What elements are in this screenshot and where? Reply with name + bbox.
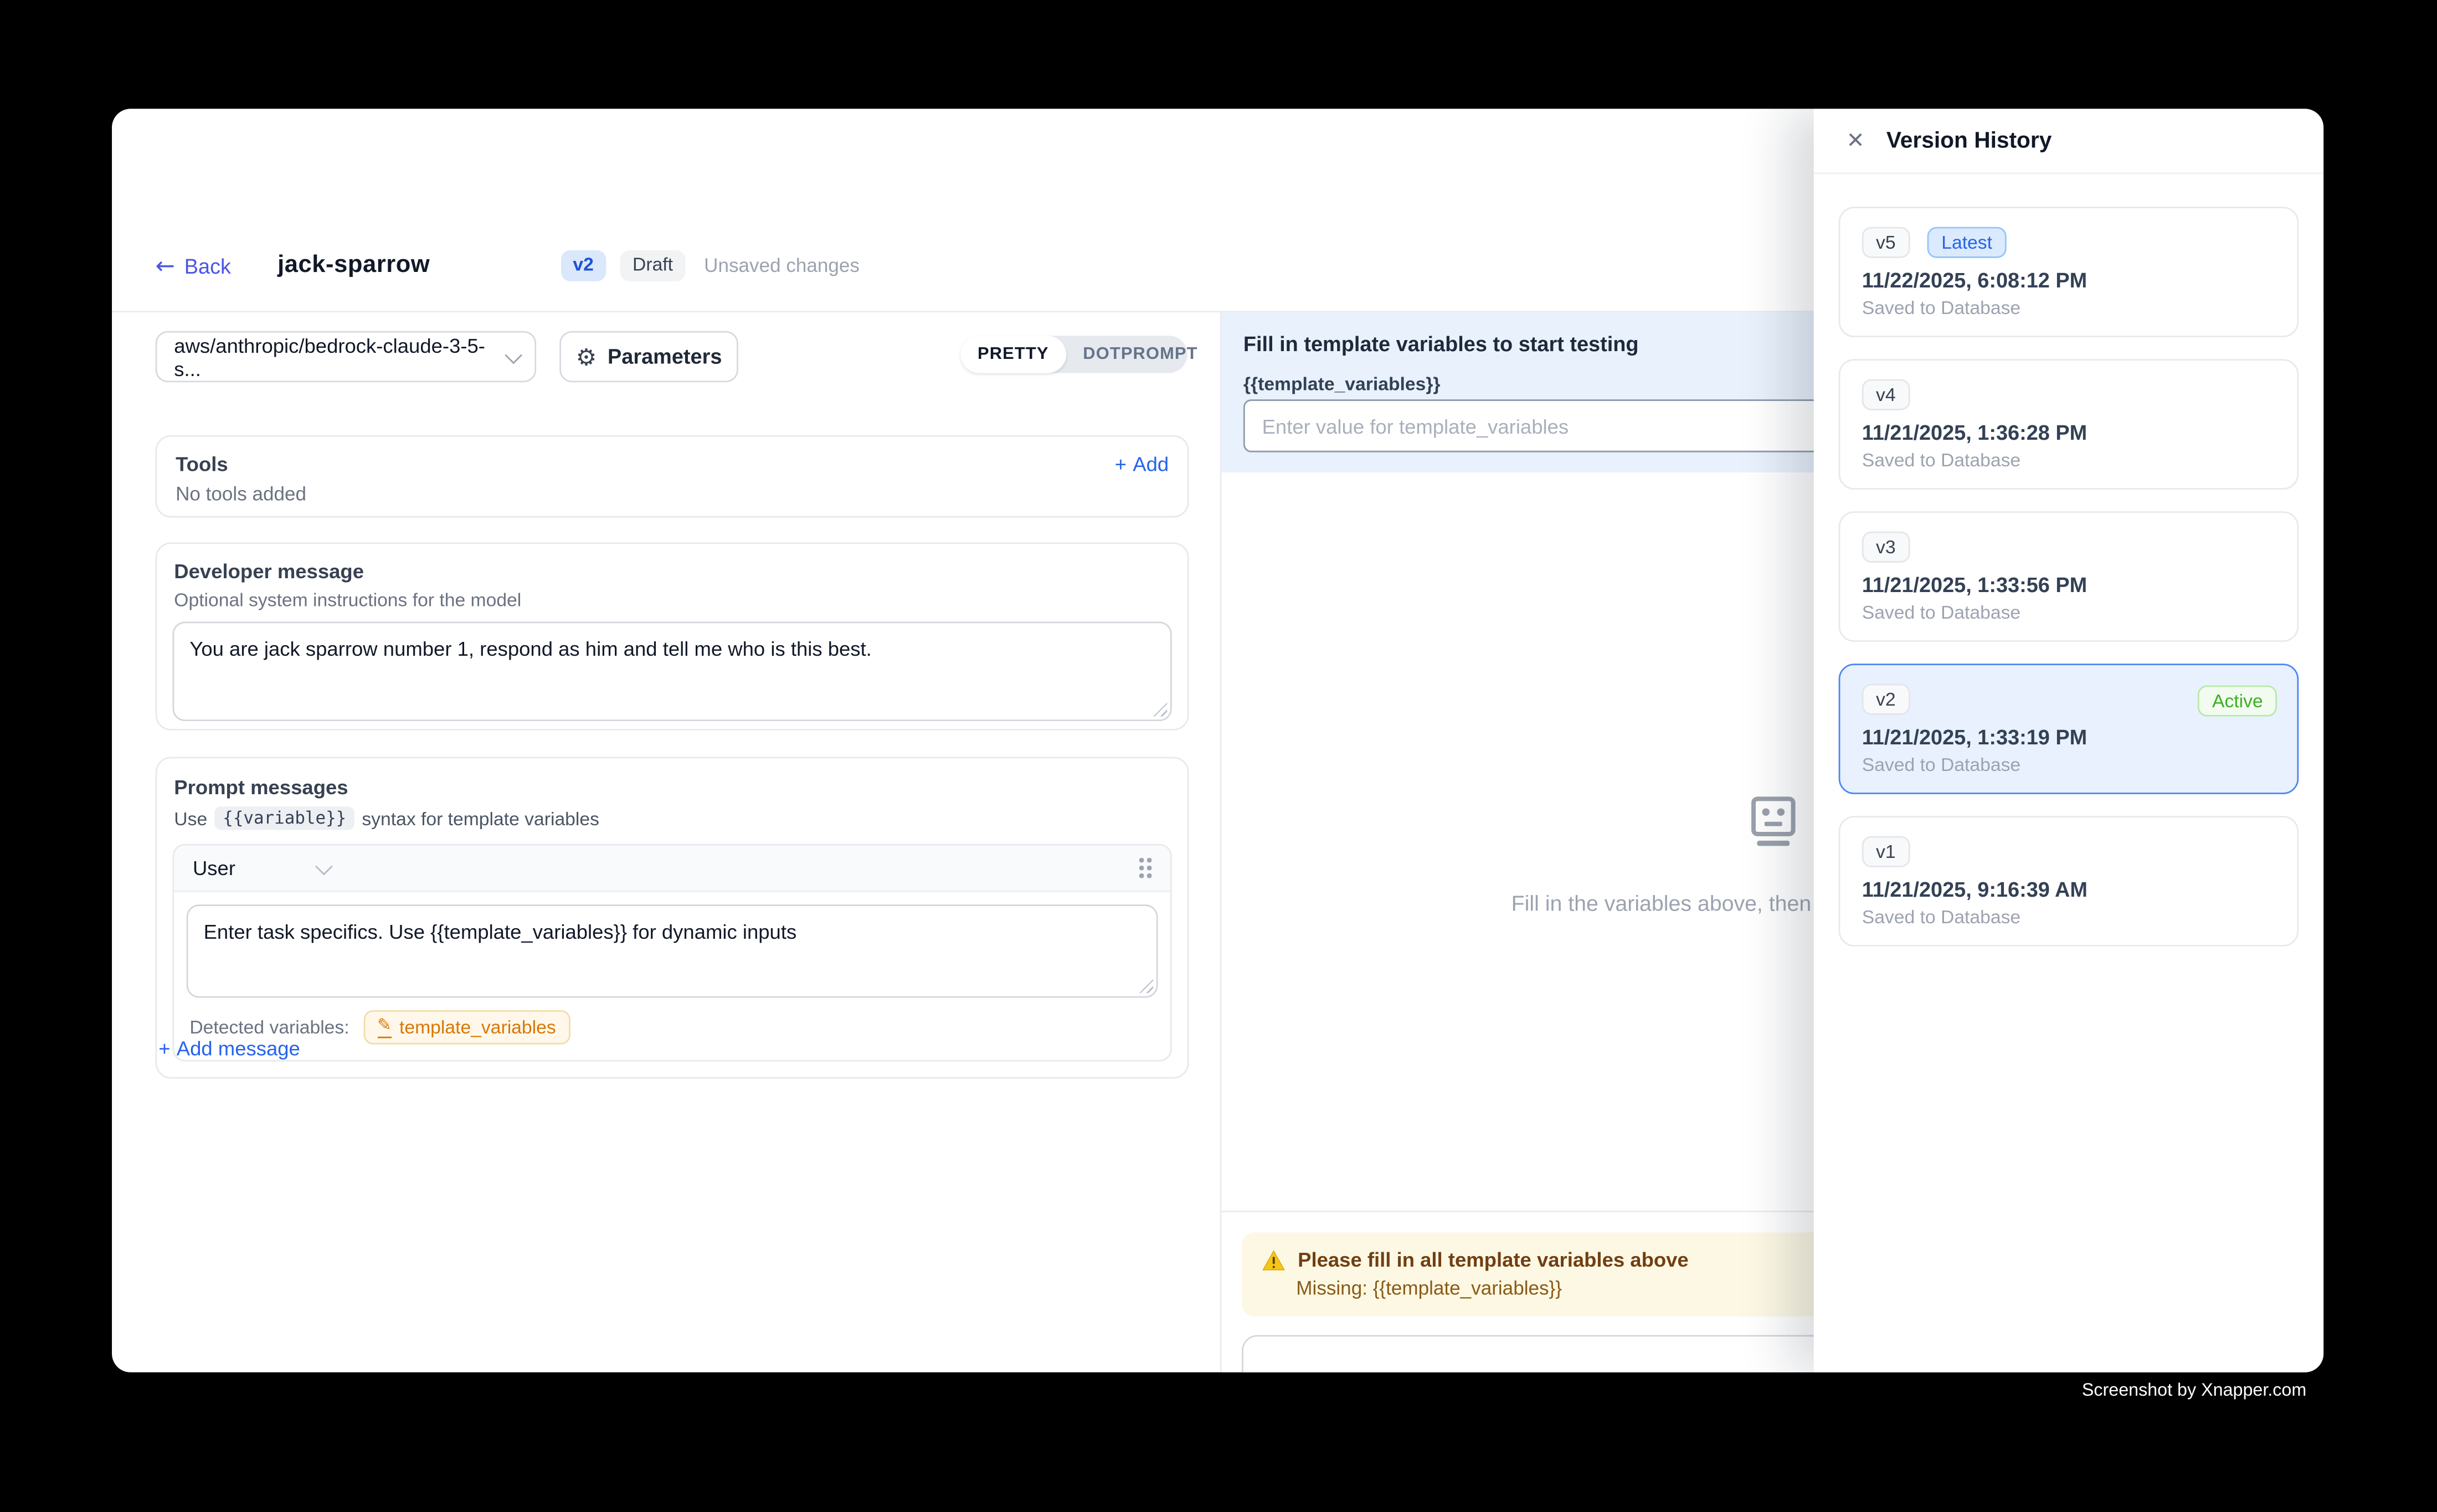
syntax-hint: Use {{variable}} syntax for template var… [172, 806, 1171, 830]
tools-title: Tools [176, 452, 228, 476]
prompt-messages-card: Prompt messages Use {{variable}} syntax … [156, 757, 1189, 1079]
back-button[interactable]: ← Back [156, 254, 231, 277]
gear-icon: ⚙ [576, 343, 597, 371]
warning-title: Please fill in all template variables ab… [1298, 1248, 1689, 1271]
detected-variables-row: Detected variables: ✎ template_variables [174, 998, 1170, 1060]
model-select-value: aws/anthropic/bedrock-claude-3-5-s... [174, 333, 505, 380]
version-card-v1[interactable]: v1 11/21/2025, 9:16:39 AM Saved to Datab… [1839, 816, 2299, 947]
add-tool-button[interactable]: + Add [1115, 452, 1169, 476]
parameters-button[interactable]: ⚙ Parameters [559, 331, 738, 383]
add-message-label: Add message [177, 1037, 300, 1060]
plus-icon: + [158, 1037, 170, 1060]
banner-title: Fill in template variables to start test… [1243, 333, 1639, 356]
bot-icon [1746, 794, 1799, 856]
version-history-panel: ✕ Version History v5 Latest 11/22/2025, … [1814, 109, 2323, 1372]
add-message-button[interactable]: + Add message [158, 1037, 300, 1060]
drag-handle-icon[interactable] [1139, 858, 1151, 878]
version-number-badge: v4 [1862, 379, 1910, 410]
pencil-icon: ✎ [377, 1017, 392, 1037]
chevron-down-icon[interactable] [316, 857, 333, 875]
syntax-code-chip: {{variable}} [215, 806, 354, 830]
version-saved-label: Saved to Database [1862, 754, 2275, 775]
prompt-messages-title: Prompt messages [172, 775, 1171, 799]
version-timestamp: 11/21/2025, 1:36:28 PM [1862, 421, 2275, 444]
unsaved-changes-label: Unsaved changes [704, 255, 860, 276]
plus-icon: + [1115, 452, 1127, 476]
toggle-pretty[interactable]: PRETTY [960, 336, 1066, 373]
tools-card: Tools + Add No tools added [156, 435, 1189, 518]
role-select-value: User [193, 856, 235, 880]
version-card-v4[interactable]: v4 11/21/2025, 1:36:28 PM Saved to Datab… [1839, 359, 2299, 490]
version-number-badge: v3 [1862, 532, 1910, 563]
watermark: Screenshot by Xnapper.com [0, 1382, 2306, 1401]
version-timestamp: 11/22/2025, 6:08:12 PM [1862, 269, 2275, 292]
developer-message-subtitle: Optional system instructions for the mod… [172, 589, 1171, 611]
model-select[interactable]: aws/anthropic/bedrock-claude-3-5-s... [156, 331, 536, 383]
version-timestamp: 11/21/2025, 9:16:39 AM [1862, 878, 2275, 901]
stage: ← Back jack-sparrow v2 Draft Unsaved cha… [0, 0, 2437, 1512]
version-number-badge: v5 [1862, 227, 1910, 258]
detected-variables-label: Detected variables: [189, 1016, 349, 1038]
version-card-v3[interactable]: v3 11/21/2025, 1:33:56 PM Saved to Datab… [1839, 511, 2299, 642]
message-card: User Enter task specifics. Use {{templat… [172, 844, 1171, 1062]
draft-badge: Draft [620, 251, 686, 281]
version-saved-label: Saved to Database [1862, 449, 2275, 471]
tools-empty-text: No tools added [176, 484, 1169, 505]
developer-message-title: Developer message [172, 559, 1171, 583]
back-label: Back [184, 254, 231, 277]
active-badge: Active [2198, 685, 2277, 716]
version-number-badge: v2 [1862, 684, 1910, 715]
template-variable-label: {{template_variables}} [1243, 373, 1441, 394]
template-variable-chip[interactable]: ✎ template_variables [363, 1010, 570, 1045]
version-timestamp: 11/21/2025, 1:33:19 PM [1862, 726, 2275, 749]
page-title: jack-sparrow [277, 252, 430, 280]
chevron-down-icon [505, 346, 522, 363]
app-window: ← Back jack-sparrow v2 Draft Unsaved cha… [112, 109, 2323, 1372]
warning-icon [1262, 1249, 1286, 1271]
version-card-v2-active[interactable]: v2 Active 11/21/2025, 1:33:19 PM Saved t… [1839, 664, 2299, 794]
developer-message-textarea[interactable]: You are jack sparrow number 1, respond a… [172, 621, 1171, 721]
user-message-textarea[interactable]: Enter task specifics. Use {{template_var… [187, 904, 1158, 997]
variable-chip-label: template_variables [399, 1016, 556, 1038]
add-tool-label: Add [1133, 452, 1169, 476]
syntax-suffix: syntax for template variables [362, 808, 599, 829]
view-mode-toggle: PRETTY DOTPROMPT [960, 336, 1187, 373]
page-header: ← Back jack-sparrow v2 Draft Unsaved cha… [156, 245, 860, 286]
back-arrow-icon: ← [156, 254, 175, 277]
close-icon[interactable]: ✕ [1847, 128, 1865, 153]
developer-message-card: Developer message Optional system instru… [156, 542, 1189, 731]
syntax-prefix: Use [174, 808, 207, 829]
version-saved-label: Saved to Database [1862, 601, 2275, 623]
version-saved-label: Saved to Database [1862, 906, 2275, 928]
version-badge: v2 [561, 251, 606, 281]
version-number-badge: v1 [1862, 836, 1910, 867]
message-role-header: User [174, 846, 1170, 892]
version-timestamp: 11/21/2025, 1:33:56 PM [1862, 573, 2275, 596]
version-history-list: v5 Latest 11/22/2025, 6:08:12 PM Saved t… [1814, 174, 2323, 979]
version-saved-label: Saved to Database [1862, 297, 2275, 318]
latest-badge: Latest [1927, 227, 2006, 258]
version-history-title: Version History [1886, 128, 2052, 153]
version-card-v5[interactable]: v5 Latest 11/22/2025, 6:08:12 PM Saved t… [1839, 207, 2299, 337]
toggle-dotprompt[interactable]: DOTPROMPT [1066, 336, 1215, 373]
parameters-label: Parameters [608, 345, 722, 368]
version-history-header: ✕ Version History [1814, 109, 2323, 174]
